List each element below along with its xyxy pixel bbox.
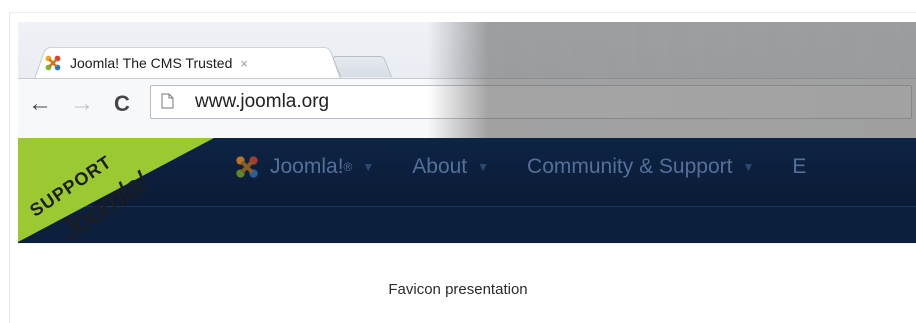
browser-screenshot: Joomla! The CMS Trusted × ← → C www.joom… xyxy=(18,22,916,244)
tab-title: Joomla! The CMS Trusted xyxy=(70,55,233,71)
browser-chrome: Joomla! The CMS Trusted × ← → C www.joom… xyxy=(18,22,916,139)
figure-caption: Favicon presentation xyxy=(388,281,528,298)
browser-toolbar: ← → C www.joomla.org xyxy=(18,78,916,139)
page-icon xyxy=(161,93,174,109)
forward-arrow-icon[interactable]: → xyxy=(70,90,94,118)
back-arrow-icon[interactable]: ← xyxy=(28,90,52,118)
reload-icon[interactable]: C xyxy=(114,91,130,117)
site-navigation xyxy=(18,138,916,243)
tab-strip: Joomla! The CMS Trusted × xyxy=(18,22,916,79)
joomla-favicon-icon xyxy=(45,55,61,71)
site-nav-sub xyxy=(18,206,916,243)
site-nav-top xyxy=(18,138,916,206)
new-tab-button[interactable] xyxy=(331,56,393,77)
address-bar[interactable]: www.joomla.org xyxy=(150,85,912,119)
tab-close-icon[interactable]: × xyxy=(240,56,248,71)
url-text: www.joomla.org xyxy=(195,91,330,112)
tab-content[interactable]: Joomla! The CMS Trusted × xyxy=(44,49,248,77)
